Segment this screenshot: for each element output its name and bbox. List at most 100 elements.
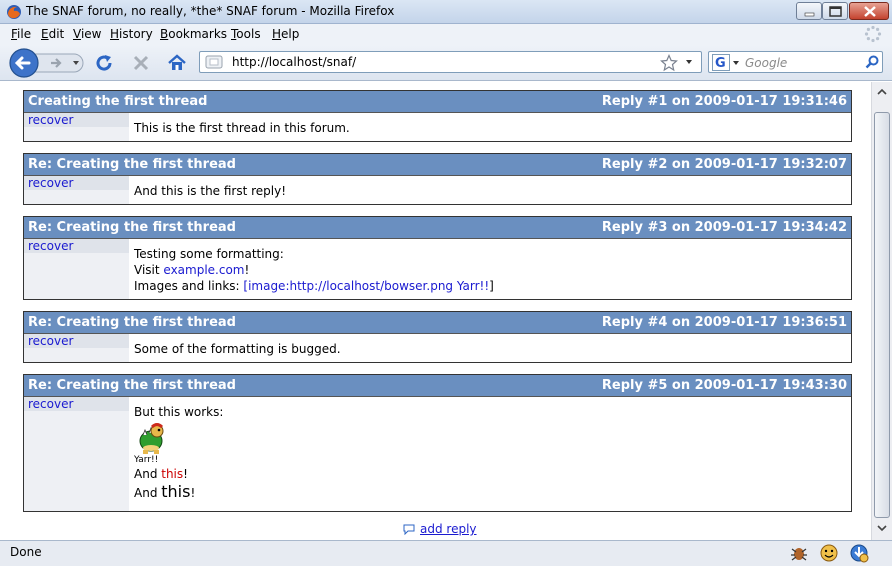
google-icon[interactable]: G	[712, 54, 740, 71]
message-text: Some of the formatting is bugged.	[134, 342, 341, 356]
author-link[interactable]: recover	[28, 239, 73, 253]
window-title: The SNAF forum, no really, *the* SNAF fo…	[26, 4, 395, 18]
post-author: recover	[24, 334, 129, 348]
firefox-icon	[7, 5, 21, 19]
author-link[interactable]: recover	[28, 176, 73, 190]
url-bar[interactable]: http://localhost/snaf/	[199, 51, 702, 73]
post-subject: Creating the first thread	[28, 94, 208, 109]
forum-post: Re: Creating the first thread Reply #4 o…	[23, 311, 852, 363]
forum-post: Re: Creating the first thread Reply #2 o…	[23, 153, 852, 205]
post-meta: Reply #5 on 2009-01-17 19:43:30	[601, 378, 847, 393]
menu-edit[interactable]: Edit	[41, 27, 64, 41]
author-link[interactable]: recover	[28, 113, 73, 127]
throbber-icon	[864, 25, 882, 43]
menu-file[interactable]: File	[11, 27, 31, 41]
message-line: Visit example.com!	[134, 262, 846, 278]
forum-post: Re: Creating the first thread Reply #3 o…	[23, 216, 852, 300]
post-subject: Re: Creating the first thread	[28, 220, 236, 235]
menu-bookmarks[interactable]: Bookmarks	[160, 27, 227, 41]
message-line: Images and links: [image:http://localhos…	[134, 278, 846, 294]
minimize-icon	[804, 12, 815, 17]
red-text: this	[161, 467, 184, 481]
menu-tools[interactable]: Tools	[231, 27, 261, 41]
message-text: !	[190, 486, 196, 500]
message-text: Images and links:	[134, 279, 244, 293]
message-text: !	[244, 263, 250, 277]
post-body: recover This is the first thread in this…	[24, 113, 851, 141]
url-dropdown-icon[interactable]	[684, 58, 694, 66]
home-icon[interactable]	[167, 53, 187, 73]
maximize-button[interactable]	[822, 2, 848, 20]
menu-bar: File Edit View History Bookmarks Tools H…	[0, 24, 892, 45]
bracket-text: ]	[489, 279, 494, 293]
scroll-up-icon[interactable]	[874, 84, 890, 100]
message-text: But this works:	[134, 405, 224, 419]
title-bar: The SNAF forum, no really, *the* SNAF fo…	[0, 0, 892, 24]
url-text[interactable]: http://localhost/snaf/	[232, 55, 356, 69]
search-input[interactable]: Google	[745, 56, 787, 70]
add-reply-label: add reply	[420, 522, 477, 536]
search-icon[interactable]	[865, 55, 879, 69]
post-meta: Reply #4 on 2009-01-17 19:36:51	[601, 315, 847, 330]
status-text: Done	[10, 545, 42, 559]
forum-post: Re: Creating the first thread Reply #5 o…	[23, 374, 852, 512]
post-body: recover Testing some formatting: Visit e…	[24, 239, 851, 299]
update-icon[interactable]	[849, 543, 869, 563]
post-author: recover	[24, 397, 129, 411]
message-text: Testing some formatting:	[134, 247, 284, 261]
vertical-scrollbar[interactable]	[871, 82, 892, 540]
reply-icon	[403, 524, 415, 536]
post-message: This is the first thread in this forum.	[129, 113, 851, 141]
close-icon	[864, 6, 876, 17]
menu-view[interactable]: View	[73, 27, 101, 41]
message-text: Visit	[134, 263, 164, 277]
svg-text:G: G	[715, 56, 726, 71]
post-meta: Reply #2 on 2009-01-17 19:32:07	[601, 157, 847, 172]
forum-post: Creating the first thread Reply #1 on 20…	[23, 90, 852, 142]
page-content: Creating the first thread Reply #1 on 20…	[0, 82, 871, 540]
message-text: This is the first thread in this forum.	[134, 121, 350, 135]
back-icon[interactable]	[9, 48, 39, 78]
post-author: recover	[24, 113, 129, 127]
post-message: But this works: Yarr!! And this! And thi…	[129, 397, 851, 511]
message-text: And	[134, 486, 162, 500]
image-caption: Yarr!!	[134, 455, 159, 465]
example-link[interactable]: example.com	[163, 263, 244, 277]
author-link[interactable]: recover	[28, 334, 73, 348]
scrollbar-thumb[interactable]	[874, 112, 890, 518]
post-body: recover But this works: Yarr!! And this!…	[24, 397, 851, 511]
bug-icon[interactable]	[789, 543, 809, 563]
menu-help[interactable]: Help	[272, 27, 299, 41]
author-link[interactable]: recover	[28, 397, 73, 411]
post-header: Re: Creating the first thread Reply #4 o…	[24, 312, 851, 334]
post-header: Re: Creating the first thread Reply #2 o…	[24, 154, 851, 176]
star-icon[interactable]	[660, 54, 678, 72]
reload-icon[interactable]	[94, 53, 114, 73]
post-header: Re: Creating the first thread Reply #3 o…	[24, 217, 851, 239]
status-bar: Done	[0, 540, 892, 566]
post-meta: Reply #1 on 2009-01-17 19:31:46	[601, 94, 847, 109]
post-message: Testing some formatting: Visit example.c…	[129, 239, 851, 299]
post-subject: Re: Creating the first thread	[28, 378, 236, 393]
add-reply-link[interactable]: add reply	[403, 522, 477, 536]
post-meta: Reply #3 on 2009-01-17 19:34:42	[601, 220, 847, 235]
minimize-button[interactable]	[796, 2, 822, 20]
message-line: And this!	[134, 484, 846, 501]
back-forward-group	[9, 48, 84, 78]
scroll-down-icon[interactable]	[874, 520, 890, 536]
smiley-icon[interactable]	[819, 543, 839, 563]
close-button[interactable]	[849, 2, 889, 20]
image-link[interactable]: image:http://localhost/bowser.png Yarr!!	[248, 279, 489, 293]
message-text: And this is the first reply!	[134, 184, 287, 198]
post-author: recover	[24, 176, 129, 190]
post-body: recover And this is the first reply!	[24, 176, 851, 204]
big-text: this	[161, 482, 191, 501]
post-body: recover Some of the formatting is bugged…	[24, 334, 851, 362]
search-box[interactable]: G Google	[708, 51, 883, 73]
post-message: Some of the formatting is bugged.	[129, 334, 851, 362]
message-text: And	[134, 467, 162, 481]
stop-icon[interactable]	[131, 53, 151, 73]
menu-history[interactable]: History	[110, 27, 153, 41]
post-message: And this is the first reply!	[129, 176, 851, 204]
post-header: Creating the first thread Reply #1 on 20…	[24, 91, 851, 113]
